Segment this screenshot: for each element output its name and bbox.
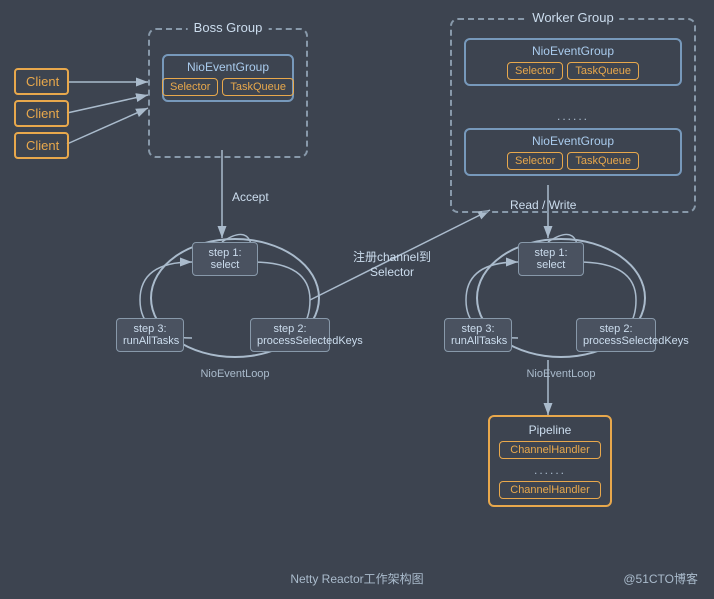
- worker-selector-tag-1: Selector: [507, 62, 563, 80]
- boss-group: Boss Group NioEventGroup Selector TaskQu…: [148, 28, 308, 158]
- channel-handler-tag-2: ChannelHandler: [499, 481, 601, 499]
- client-box-1: Client: [14, 68, 69, 95]
- boss-event-loop-label: NioEventLoop: [180, 368, 290, 380]
- worker-nio-event-group-1: NioEventGroup Selector TaskQueue: [464, 38, 682, 86]
- worker-nio-event-group-2: NioEventGroup Selector TaskQueue: [464, 128, 682, 176]
- diagram-container: Client Client Client Boss Group NioEvent…: [0, 0, 714, 599]
- worker-taskqueue-tag-2: TaskQueue: [567, 152, 639, 170]
- boss-nio-label: NioEventGroup: [187, 60, 269, 74]
- pipeline-label: Pipeline: [529, 423, 572, 437]
- boss-taskqueue-tag: TaskQueue: [222, 78, 294, 96]
- accept-label: Accept: [232, 190, 269, 204]
- footer-right: @51CTO博客: [623, 570, 698, 587]
- channel-handler-tag-1: ChannelHandler: [499, 441, 601, 459]
- worker-group: Worker Group NioEventGroup Selector Task…: [450, 18, 696, 213]
- client-box-3: Client: [14, 132, 69, 159]
- boss-step3: step 3: runAllTasks: [116, 318, 184, 352]
- footer-center: Netty Reactor工作架构图: [290, 570, 423, 587]
- worker-dots-1: ......: [452, 108, 694, 123]
- boss-selector-tag: Selector: [162, 78, 218, 96]
- worker-group-title: Worker Group: [526, 10, 619, 25]
- worker-nio-label-2: NioEventGroup: [532, 134, 614, 148]
- pipeline-box: Pipeline ChannelHandler ...... ChannelHa…: [488, 415, 612, 507]
- pipeline-dots: ......: [534, 463, 566, 477]
- boss-group-title: Boss Group: [188, 20, 269, 35]
- worker-nio-label-1: NioEventGroup: [532, 44, 614, 58]
- boss-step2: step 2: processSelectedKeys: [250, 318, 330, 352]
- read-write-label: Read / Write: [510, 198, 576, 212]
- worker-selector-tag-2: Selector: [507, 152, 563, 170]
- worker-event-loop-label: NioEventLoop: [506, 368, 616, 380]
- worker-step3: step 3: runAllTasks: [444, 318, 512, 352]
- worker-step1: step 1: select: [518, 242, 584, 276]
- boss-nio-event-group: NioEventGroup Selector TaskQueue: [162, 54, 294, 102]
- register-channel-label: 注册channel到 Selector: [342, 248, 442, 279]
- boss-step1: step 1: select: [192, 242, 258, 276]
- worker-step2: step 2: processSelectedKeys: [576, 318, 656, 352]
- worker-taskqueue-tag-1: TaskQueue: [567, 62, 639, 80]
- client-box-2: Client: [14, 100, 69, 127]
